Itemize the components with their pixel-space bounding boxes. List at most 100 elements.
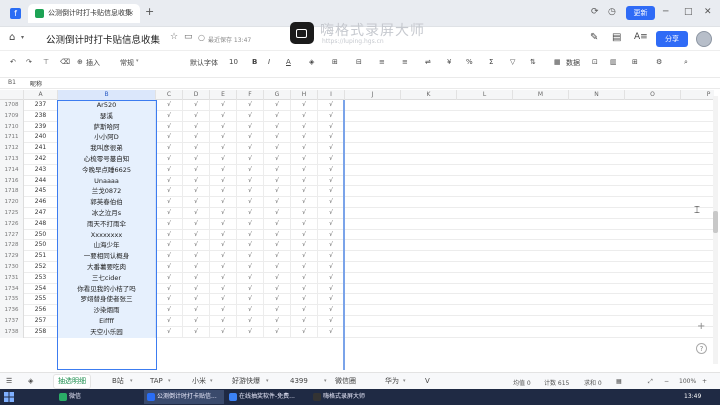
cell-check[interactable]: √ (237, 121, 264, 133)
row-number[interactable]: 1710 (0, 121, 24, 133)
cell-check[interactable]: √ (291, 262, 318, 273)
number-format-icon[interactable]: ¥ (447, 58, 451, 66)
chevron-down-icon[interactable]: ▾ (136, 58, 139, 64)
text-format-icon[interactable]: A≡ (634, 32, 648, 42)
cell-check[interactable]: √ (183, 262, 210, 273)
cell-check[interactable]: √ (210, 143, 237, 154)
cell-check[interactable]: √ (237, 143, 264, 154)
cell-check[interactable]: √ (318, 283, 345, 295)
cell-nickname[interactable]: 罗翊替身使者张三 (58, 294, 156, 306)
chevron-down-icon[interactable]: ▾ (21, 34, 24, 41)
cell-check[interactable]: √ (183, 251, 210, 262)
row-number[interactable]: 1713 (0, 154, 24, 165)
column-header-l[interactable]: L (457, 90, 513, 100)
cell-index[interactable]: 242 (24, 154, 58, 165)
cell-nickname[interactable]: Xxxxxxxx (58, 229, 156, 241)
cell-check[interactable]: √ (291, 143, 318, 154)
cell-check[interactable]: √ (183, 294, 210, 306)
column-header-h[interactable]: H (291, 90, 318, 100)
row-number[interactable]: 1731 (0, 272, 24, 284)
cell-nickname[interactable]: 山海少年 (58, 240, 156, 252)
cell-check[interactable]: √ (291, 154, 318, 165)
cell-check[interactable]: √ (183, 164, 210, 176)
cell-check[interactable]: √ (264, 143, 291, 154)
cell-check[interactable]: √ (237, 186, 264, 198)
row-number[interactable]: 1726 (0, 218, 24, 230)
cell-check[interactable]: √ (264, 197, 291, 208)
cell-nickname[interactable]: 天空小乐园 (58, 326, 156, 338)
sheet-tab[interactable]: 华为 (385, 375, 399, 388)
cell-check[interactable]: √ (291, 132, 318, 144)
cell-check[interactable]: √ (183, 100, 210, 111)
cell-check[interactable]: √ (318, 164, 345, 176)
cell-check[interactable]: √ (183, 110, 210, 122)
cell-check[interactable]: √ (264, 186, 291, 198)
cell-check[interactable]: √ (264, 229, 291, 241)
cell-check[interactable]: √ (210, 251, 237, 262)
new-tab-button[interactable]: + (145, 5, 154, 18)
cell-check[interactable]: √ (237, 100, 264, 111)
filter-button[interactable]: ▽ (510, 58, 515, 66)
cell-check[interactable]: √ (183, 283, 210, 295)
cell-index[interactable]: 238 (24, 110, 58, 122)
row-number[interactable]: 1718 (0, 186, 24, 198)
cell-check[interactable]: √ (210, 283, 237, 295)
cell-check[interactable]: √ (156, 251, 183, 262)
cell-check[interactable]: √ (318, 305, 345, 316)
cell-check[interactable]: √ (210, 208, 237, 219)
font-size-dropdown[interactable]: 10 (229, 58, 238, 66)
cell-check[interactable]: √ (264, 208, 291, 219)
chevron-down-icon[interactable]: ▾ (403, 375, 406, 388)
cell-check[interactable]: √ (318, 294, 345, 306)
row-number[interactable]: 1736 (0, 305, 24, 316)
cell-nickname[interactable]: 小小阿D (58, 132, 156, 144)
zoom-level[interactable]: 100% (679, 378, 696, 385)
cell-check[interactable]: √ (210, 240, 237, 252)
align-left-icon[interactable]: ≡ (379, 58, 385, 66)
cell-check[interactable]: √ (237, 175, 264, 187)
font-color-icon[interactable]: A (286, 58, 291, 66)
row-number[interactable]: 1735 (0, 294, 24, 306)
comment-icon[interactable]: ▤ (612, 32, 621, 43)
column-header-b[interactable]: B (58, 90, 156, 100)
cell-check[interactable]: √ (237, 208, 264, 219)
cell-check[interactable]: √ (183, 272, 210, 284)
column-header-e[interactable]: E (210, 90, 237, 100)
cell-index[interactable]: 241 (24, 143, 58, 154)
cell-index[interactable]: 253 (24, 272, 58, 284)
cell-check[interactable]: √ (318, 100, 345, 111)
freeze-icon[interactable]: ⊞ (632, 58, 638, 66)
cell-check[interactable]: √ (237, 110, 264, 122)
cell-check[interactable]: √ (210, 121, 237, 133)
cell-check[interactable]: √ (291, 164, 318, 176)
cell-check[interactable]: √ (156, 154, 183, 165)
cell-index[interactable]: 251 (24, 251, 58, 262)
cell-check[interactable]: √ (264, 251, 291, 262)
cell-check[interactable]: √ (291, 316, 318, 327)
cell-check[interactable]: √ (264, 164, 291, 176)
cell-check[interactable]: √ (156, 326, 183, 338)
cell-check[interactable]: √ (183, 186, 210, 198)
insert-menu[interactable]: 插入 (86, 58, 100, 68)
cell-check[interactable]: √ (156, 208, 183, 219)
cell-check[interactable]: √ (156, 164, 183, 176)
insert-icon[interactable]: ⊕ (77, 58, 83, 66)
column-header-i[interactable]: I (318, 90, 345, 100)
windows-start-icon[interactable] (4, 392, 14, 402)
zoom-out-icon[interactable]: − (664, 378, 669, 385)
cell-check[interactable]: √ (291, 283, 318, 295)
cell-check[interactable]: √ (264, 175, 291, 187)
cell-check[interactable]: √ (210, 164, 237, 176)
cell-check[interactable]: √ (156, 240, 183, 252)
cell-nickname[interactable]: Ar520 (58, 100, 156, 111)
cell-nickname[interactable]: 冰之泣月s (58, 208, 156, 219)
cell-check[interactable]: √ (264, 283, 291, 295)
row-number[interactable]: 1709 (0, 110, 24, 122)
percent-icon[interactable]: % (466, 58, 473, 66)
cell-check[interactable]: √ (291, 294, 318, 306)
cell-nickname[interactable]: 我叫彦很弟 (58, 143, 156, 154)
column-header-a[interactable]: A (24, 90, 58, 100)
cell-check[interactable]: √ (264, 272, 291, 284)
cell-check[interactable]: √ (291, 175, 318, 187)
scrollbar-thumb[interactable] (713, 211, 718, 233)
